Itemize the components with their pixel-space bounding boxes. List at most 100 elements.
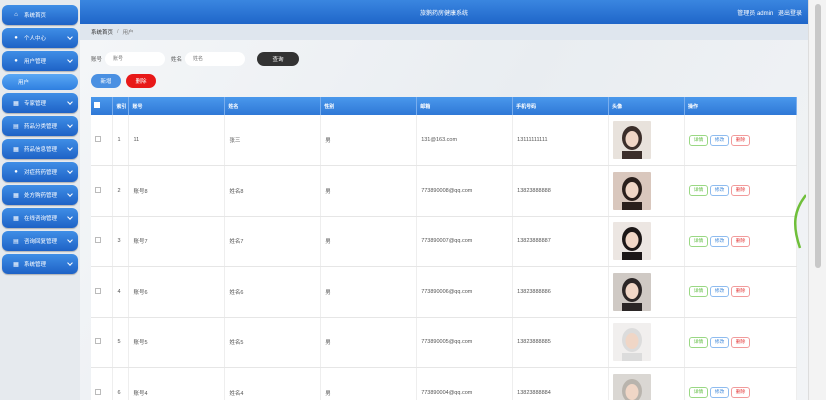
avatar xyxy=(613,121,652,159)
query-button[interactable]: 查询 xyxy=(257,52,300,66)
row-select-cell[interactable] xyxy=(91,367,114,400)
table-row: 1 11 张三 男 131@163.com 13111111111 详情 修改 删除 xyxy=(91,115,797,166)
name-cell: 张三 xyxy=(224,115,322,166)
name-search-input[interactable] xyxy=(185,52,246,66)
operations-cell: 详情 修改 删除 xyxy=(684,367,797,400)
delete-button[interactable]: 删除 xyxy=(731,134,751,146)
delete-button[interactable]: 删除 xyxy=(731,235,751,247)
logout-link[interactable]: 退出登录 xyxy=(778,11,802,17)
add-button[interactable]: 新增 xyxy=(91,74,121,88)
sidebar-subitem-users[interactable]: 用户 xyxy=(2,74,78,90)
name-label: 姓名 xyxy=(171,57,183,63)
avatar-cell xyxy=(608,317,686,368)
row-checkbox[interactable] xyxy=(95,388,101,395)
select-all-checkbox[interactable] xyxy=(94,102,100,108)
detail-button[interactable]: 详情 xyxy=(689,185,709,197)
detail-button[interactable]: 详情 xyxy=(689,235,709,247)
edit-button[interactable]: 修改 xyxy=(710,185,730,197)
account-search-input[interactable] xyxy=(105,52,166,66)
row-checkbox[interactable] xyxy=(95,136,101,142)
chevron-down-icon xyxy=(67,57,73,63)
sidebar-item-label: 处方购药管理 xyxy=(24,193,58,199)
row-checkbox[interactable] xyxy=(95,287,101,294)
delete-button[interactable]: 删除 xyxy=(731,387,751,399)
sidebar-item-label: 对症药药管理 xyxy=(24,170,58,176)
table-header-row: 索引 账号 姓名 性别 邮箱 手机号码 头像 操作 xyxy=(91,97,797,115)
sidebar-item-drug-info[interactable]: ▦ 药品信息管理 xyxy=(2,139,78,159)
sidebar: ⌂ 系统首页 ● 个人中心 ● 用户管理 用户 ▦ 专家管理 ▤ 药品分类管理 … xyxy=(0,0,80,400)
row-select-cell[interactable] xyxy=(91,317,114,368)
select-all-cell[interactable] xyxy=(91,97,114,115)
row-select-cell[interactable] xyxy=(91,216,114,267)
table-row: 6 账号4 姓名4 男 773890004@qq.com 13823888884… xyxy=(91,367,797,400)
row-select-cell[interactable] xyxy=(91,165,114,217)
delete-button[interactable]: 删除 xyxy=(731,286,751,298)
detail-button[interactable]: 详情 xyxy=(689,286,709,298)
name-cell: 姓名6 xyxy=(224,266,322,318)
row-select-cell[interactable] xyxy=(91,115,114,166)
scrollbar-thumb[interactable] xyxy=(815,4,821,268)
sidebar-item-drug-category[interactable]: ▤ 药品分类管理 xyxy=(2,116,78,136)
sidebar-item-online-consult[interactable]: ▦ 在线咨询管理 xyxy=(2,208,78,228)
email-cell: 773890004@qq.com xyxy=(416,367,514,400)
name-cell: 姓名7 xyxy=(224,216,322,267)
row-checkbox[interactable] xyxy=(95,338,101,345)
phone-cell: 13823888888 xyxy=(512,165,610,217)
detail-button[interactable]: 详情 xyxy=(689,387,709,399)
breadcrumb-home[interactable]: 系统首页 xyxy=(91,28,113,36)
sidebar-item-personal-center[interactable]: ● 个人中心 xyxy=(2,28,78,48)
sidebar-item-system-management[interactable]: ▦ 系统管理 xyxy=(2,254,78,274)
delete-button[interactable]: 删除 xyxy=(731,185,751,197)
gender-cell: 男 xyxy=(320,165,418,217)
sidebar-subitem-label: 用户 xyxy=(18,80,30,86)
grid-icon: ▦ xyxy=(13,100,19,107)
operations-cell: 详情 修改 删除 xyxy=(684,317,797,368)
column-header: 邮箱 xyxy=(416,97,514,115)
home-icon: ⌂ xyxy=(14,12,18,18)
edit-button[interactable]: 修改 xyxy=(710,336,730,348)
sidebar-item-label: 药品信息管理 xyxy=(24,147,58,153)
sidebar-item-label: 用户管理 xyxy=(24,59,47,65)
sidebar-item-prescription[interactable]: ▦ 处方购药管理 xyxy=(2,185,78,205)
account-cell: 账号5 xyxy=(128,317,226,368)
chevron-down-icon xyxy=(67,191,73,197)
table-icon: ▤ xyxy=(13,123,19,130)
sidebar-item-expert-management[interactable]: ▦ 专家管理 xyxy=(2,93,78,113)
sidebar-item-label: 咨询回复管理 xyxy=(24,239,58,245)
phone-cell: 13111111111 xyxy=(512,115,610,166)
sidebar-item-symptom-drugs[interactable]: ● 对症药药管理 xyxy=(2,162,78,182)
row-checkbox[interactable] xyxy=(95,186,101,193)
top-header: 旅鹅药房健康系统 管理员 admin 退出登录 xyxy=(80,0,808,24)
avatar-cell xyxy=(608,367,686,400)
account-label: 账号 xyxy=(91,57,103,63)
delete-button[interactable]: 删除 xyxy=(731,336,751,348)
sidebar-item-label: 药品分类管理 xyxy=(24,124,58,130)
detail-button[interactable]: 详情 xyxy=(689,336,709,348)
page-scrollbar[interactable] xyxy=(808,0,826,400)
edit-button[interactable]: 修改 xyxy=(710,286,730,298)
row-select-cell[interactable] xyxy=(91,266,114,318)
edit-button[interactable]: 修改 xyxy=(710,387,730,399)
batch-delete-button[interactable]: 删除 xyxy=(126,74,156,88)
account-cell: 账号7 xyxy=(128,216,226,267)
sidebar-item-home[interactable]: ⌂ 系统首页 xyxy=(2,5,78,25)
sidebar-item-consult-reply[interactable]: ▤ 咨询回复管理 xyxy=(2,231,78,251)
sidebar-item-user-management[interactable]: ● 用户管理 xyxy=(2,51,78,71)
detail-button[interactable]: 详情 xyxy=(689,134,709,146)
sidebar-item-label: 在线咨询管理 xyxy=(24,216,58,222)
column-header: 账号 xyxy=(128,97,226,115)
breadcrumb-current: 用户 xyxy=(122,30,134,36)
index-cell: 3 xyxy=(112,216,130,267)
edit-button[interactable]: 修改 xyxy=(710,235,730,247)
edit-button[interactable]: 修改 xyxy=(710,134,730,146)
account-cell: 账号4 xyxy=(128,367,226,400)
index-cell: 5 xyxy=(112,317,130,368)
user-icon: ● xyxy=(14,169,18,175)
row-checkbox[interactable] xyxy=(95,237,101,244)
email-cell: 773890007@qq.com xyxy=(416,216,514,267)
chevron-down-icon xyxy=(67,237,73,243)
phone-cell: 13823888885 xyxy=(512,317,610,368)
phone-cell: 13823888887 xyxy=(512,216,610,267)
breadcrumb-separator: / xyxy=(117,29,119,35)
chevron-down-icon xyxy=(67,214,73,220)
